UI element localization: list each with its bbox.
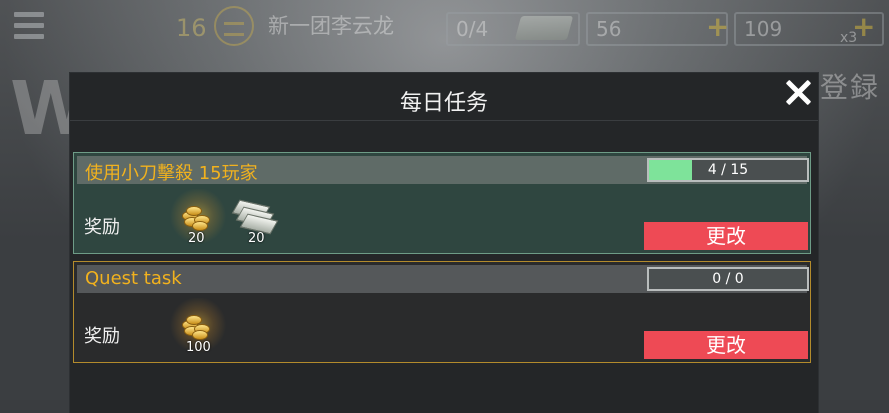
multiplier-text: x3 (840, 30, 858, 46)
cash-icon (514, 16, 574, 40)
modal-title: 每日任务 (399, 91, 488, 116)
cash-icon (230, 199, 279, 235)
quest-header: 使用小刀擊殺 15玩家 4 / 15 (77, 156, 809, 184)
change-quest-button[interactable]: 更改 (644, 222, 808, 250)
player-level: 16 (176, 14, 207, 42)
change-quest-button[interactable]: 更改 (644, 331, 808, 359)
top-hud: 16 新一团李云龙 0/4 56 + 109 + x3 (0, 0, 889, 58)
reward-amount: 100 (186, 340, 211, 355)
add-gold-icon[interactable]: + (706, 10, 729, 43)
reward-amount: 20 (248, 231, 265, 246)
reward-label: 奖励 (84, 217, 120, 238)
player-name: 新一团李云龙 (268, 14, 394, 38)
close-icon[interactable] (783, 78, 813, 108)
gold-count: 56 (596, 17, 622, 41)
quest-header: Quest task 0 / 0 (77, 265, 809, 293)
quest-name: Quest task (85, 268, 182, 289)
quest-card: 使用小刀擊殺 15玩家 4 / 15 奖励 20 20 更改 (73, 152, 811, 254)
menu-icon[interactable] (14, 12, 44, 44)
xp-count: 109 (744, 17, 783, 41)
quest-name: 使用小刀擊殺 15玩家 (85, 163, 258, 184)
quest-card: Quest task 0 / 0 奖励 100 更改 (73, 261, 811, 363)
reward-item: 100 (170, 298, 234, 360)
title-divider (70, 120, 818, 121)
quest-progress-bar: 4 / 15 (647, 158, 809, 182)
quest-progress-bar: 0 / 0 (647, 267, 809, 291)
reward-label: 奖励 (84, 326, 120, 347)
reward-amount: 20 (188, 231, 205, 246)
reward-item: 20 (224, 195, 288, 251)
rank-emblem-icon (214, 6, 254, 46)
progress-text: 0 / 0 (712, 271, 744, 287)
cash-count: 0/4 (456, 17, 489, 41)
progress-text: 4 / 15 (707, 162, 749, 178)
